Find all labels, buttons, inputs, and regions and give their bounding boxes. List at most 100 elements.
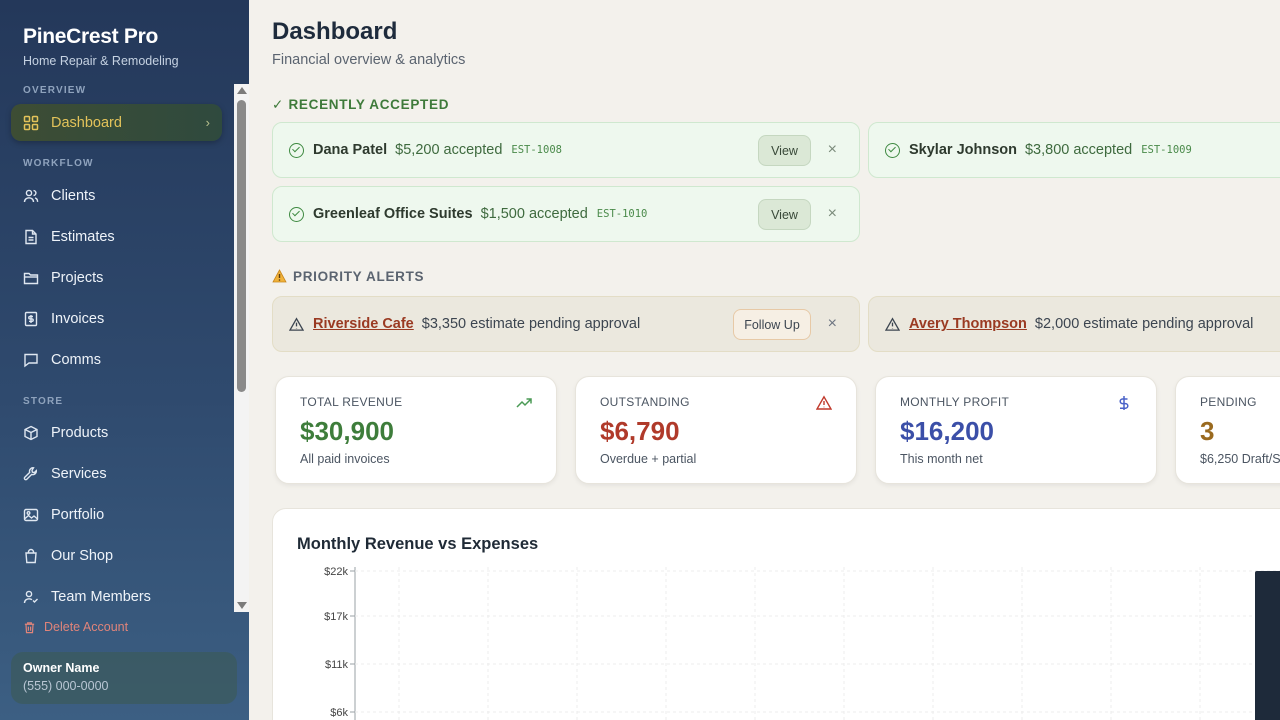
- section-store: STORE: [23, 396, 64, 407]
- sidebar-item-estimates[interactable]: Estimates: [11, 218, 222, 255]
- stat-value: $6,790: [600, 416, 680, 446]
- alert-triangle-icon: [816, 395, 832, 410]
- client-name: Dana Patel: [313, 142, 388, 158]
- sidebar-scrollbar[interactable]: [234, 84, 249, 612]
- sidebar-item-label: Our Shop: [51, 547, 114, 564]
- stat-sub: All paid invoices: [300, 452, 390, 466]
- owner-name: Owner Name: [23, 661, 100, 675]
- estimate-code: EST-1008: [511, 144, 562, 156]
- sidebar-item-comms[interactable]: Comms: [11, 341, 222, 378]
- document-icon: [23, 229, 39, 245]
- estimate-code: EST-1009: [1141, 144, 1192, 156]
- sidebar-item-projects[interactable]: Projects: [11, 259, 222, 296]
- sidebar-item-label: Dashboard: [51, 114, 122, 131]
- dollar-icon: [1119, 396, 1129, 410]
- grid-icon: [23, 115, 39, 131]
- brand: PineCrest Pro Home Repair & Remodeling: [23, 25, 179, 68]
- sidebar-item-label: Comms: [51, 351, 101, 368]
- stat-label: MONTHLY PROFIT: [900, 395, 1010, 409]
- stat-label: TOTAL REVENUE: [300, 395, 403, 409]
- chart-bar[interactable]: [1255, 571, 1280, 720]
- stat-label: OUTSTANDING: [600, 395, 690, 409]
- invoice-icon: [23, 311, 39, 327]
- close-icon[interactable]: ×: [828, 141, 837, 159]
- priority-alerts-heading: PRIORITY ALERTS: [272, 269, 424, 286]
- revenue-expenses-chart-card: Monthly Revenue vs Expenses $22k $17k $11k…: [272, 508, 1280, 720]
- stat-label: PENDING: [1200, 395, 1257, 409]
- chat-icon: [23, 352, 39, 368]
- shopping-bag-icon: [23, 548, 39, 564]
- box-icon: [23, 425, 39, 441]
- sidebar-item-services[interactable]: Services: [11, 455, 222, 492]
- accepted-amount: $5,200 accepted: [395, 142, 503, 158]
- stat-card-total-revenue: TOTAL REVENUE $30,900 All paid invoices: [275, 376, 557, 484]
- owner-card[interactable]: Owner Name (555) 000-0000: [11, 652, 237, 704]
- sidebar-item-our-shop[interactable]: Our Shop: [11, 537, 222, 574]
- sidebar-item-clients[interactable]: Clients: [11, 177, 222, 214]
- stat-sub: $6,250 Draft/Sent: [1200, 452, 1280, 466]
- accepted-card: Greenleaf Office Suites $1,500 accepted …: [272, 186, 860, 242]
- sidebar-item-label: Estimates: [51, 228, 115, 245]
- stat-value: $30,900: [300, 416, 394, 446]
- delete-account-link[interactable]: Delete Account: [23, 620, 128, 634]
- stat-value: $16,200: [900, 416, 994, 446]
- alert-triangle-icon: [885, 316, 909, 332]
- accepted-amount: $1,500 accepted: [480, 206, 588, 222]
- view-button[interactable]: View: [758, 135, 811, 166]
- sidebar-nav: OVERVIEW Dashboard › WORKFLOW Clients Es…: [0, 84, 234, 612]
- follow-up-button[interactable]: Follow Up: [733, 309, 811, 340]
- client-name: Greenleaf Office Suites: [313, 206, 473, 222]
- stat-sub: Overdue + partial: [600, 452, 697, 466]
- folder-icon: [23, 270, 39, 286]
- main-content: Dashboard Financial overview & analytics…: [249, 0, 1280, 720]
- sidebar-item-products[interactable]: Products: [11, 414, 222, 451]
- scroll-up-arrow[interactable]: [237, 87, 247, 94]
- sidebar: PineCrest Pro Home Repair & Remodeling O…: [0, 0, 249, 720]
- section-workflow: WORKFLOW: [23, 158, 94, 169]
- sidebar-item-team-members[interactable]: Team Members: [11, 578, 222, 615]
- check-circle-icon: [289, 206, 304, 222]
- sidebar-item-label: Team Members: [51, 588, 151, 605]
- sidebar-item-invoices[interactable]: Invoices: [11, 300, 222, 337]
- recently-accepted-heading: ✓ RECENTLY ACCEPTED: [272, 97, 450, 112]
- close-icon[interactable]: ×: [828, 205, 837, 223]
- stat-value: 3: [1200, 416, 1215, 446]
- y-tick-label: $11k: [325, 659, 349, 671]
- trending-up-icon: [516, 398, 532, 408]
- brand-title: PineCrest Pro: [23, 25, 158, 48]
- accepted-card: Skylar Johnson $3,800 accepted EST-1009: [868, 122, 1280, 178]
- stat-card-outstanding: OUTSTANDING $6,790 Overdue + partial: [575, 376, 857, 484]
- check-circle-icon: [289, 142, 304, 158]
- user-check-icon: [23, 589, 39, 605]
- chevron-right-icon: ›: [205, 115, 210, 130]
- y-tick-label: $6k: [330, 707, 348, 719]
- warning-icon: [272, 269, 287, 286]
- alert-client-link[interactable]: Riverside Cafe: [313, 316, 414, 332]
- owner-phone: (555) 000-0000: [23, 679, 109, 693]
- wrench-icon: [23, 466, 39, 482]
- scroll-thumb[interactable]: [237, 100, 246, 392]
- priority-alerts-label: PRIORITY ALERTS: [293, 269, 425, 284]
- page-title: Dashboard: [272, 18, 398, 45]
- trash-icon: [24, 621, 35, 633]
- check-circle-icon: [885, 142, 900, 158]
- alert-card: Riverside Cafe $3,350 estimate pending a…: [272, 296, 860, 352]
- view-button[interactable]: View: [758, 199, 811, 230]
- section-overview: OVERVIEW: [23, 85, 87, 96]
- close-icon[interactable]: ×: [828, 315, 837, 333]
- sidebar-item-label: Products: [51, 424, 109, 441]
- client-name: Skylar Johnson: [909, 142, 1017, 158]
- alert-text: $2,000 estimate pending approval: [1034, 316, 1254, 332]
- users-icon: [23, 188, 39, 204]
- sidebar-item-portfolio[interactable]: Portfolio: [11, 496, 222, 533]
- scroll-down-arrow[interactable]: [237, 602, 247, 609]
- alert-card: Avery Thompson $2,000 estimate pending a…: [868, 296, 1280, 352]
- sidebar-item-dashboard[interactable]: Dashboard ›: [11, 104, 222, 141]
- revenue-expenses-chart: $22k $17k $11k $6k: [324, 566, 1280, 720]
- stat-sub: This month net: [900, 452, 983, 466]
- stat-card-pending: PENDING 3 $6,250 Draft/Sent: [1175, 376, 1280, 484]
- y-tick-label: $17k: [324, 611, 348, 623]
- sidebar-item-label: Projects: [51, 269, 104, 286]
- alert-client-link[interactable]: Avery Thompson: [909, 316, 1027, 332]
- sidebar-item-label: Invoices: [51, 310, 105, 327]
